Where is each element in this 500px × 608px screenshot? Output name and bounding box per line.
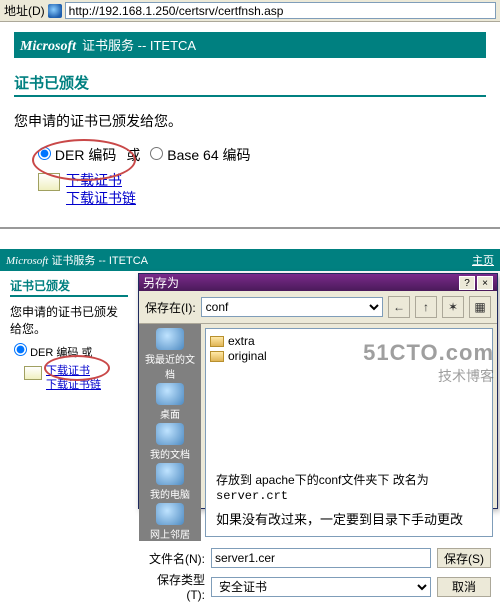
der-option[interactable]: DER 编码 [38, 145, 116, 165]
dialog-titlebar: 另存为 ? × [139, 274, 497, 291]
encoding-row: DER 编码 或 Base 64 编码 [38, 145, 486, 165]
filetype-label: 保存类型(T): [145, 571, 205, 602]
ms-banner: Microsoft 证书服务 -- ITETCA [14, 32, 486, 58]
download-chain-link[interactable]: 下载证书链 [66, 189, 136, 207]
ms-banner-small: Microsoft 证书服务 -- ITETCA 主页 [0, 249, 500, 271]
filetype-select[interactable]: 安全证书 [211, 577, 431, 597]
home-link[interactable]: 主页 [472, 252, 494, 268]
address-bar: 地址(D) [0, 0, 500, 22]
ie-icon [48, 4, 62, 18]
cancel-button[interactable]: 取消 [437, 577, 491, 597]
places-bar: 我最近的文档 桌面 我的文档 我的电脑 网上邻居 [139, 324, 201, 541]
watermark: 51CTO.com 技术博客 [363, 340, 494, 386]
cert-icon [38, 173, 60, 191]
der-option-small[interactable]: DER 编码 [14, 343, 78, 360]
issued-msg: 您申请的证书已颁发给您。 [14, 111, 486, 131]
save-as-dialog: 另存为 ? × 保存在(I): conf ← ↑ ✶ ▦ 我最近的文档 桌面 我… [138, 273, 498, 509]
download-cert-link-small[interactable]: 下载证书 [46, 364, 101, 378]
download-cert-link[interactable]: 下载证书 [66, 171, 136, 189]
or-text: 或 [126, 145, 140, 165]
annotation-note: 存放到 apache下的conf文件夹下 改名为 server.crt 如果没有… [216, 471, 486, 528]
help-button[interactable]: ? [459, 276, 475, 290]
page-title-small: 证书已颁发 [10, 277, 128, 294]
save-in-label: 保存在(I): [145, 299, 196, 316]
up-button[interactable]: ↑ [415, 296, 437, 318]
place-recent[interactable]: 我最近的文档 [142, 328, 198, 381]
download-chain-link-small[interactable]: 下载证书链 [46, 378, 101, 392]
title-underline [14, 95, 486, 97]
b64-option[interactable]: Base 64 编码 [150, 145, 250, 165]
url-input[interactable] [65, 2, 496, 19]
ms-logo-text: Microsoft [20, 39, 76, 55]
save-button[interactable]: 保存(S) [437, 548, 491, 568]
place-mydocs[interactable]: 我的文档 [142, 423, 198, 461]
place-desktop[interactable]: 桌面 [142, 383, 198, 421]
address-label: 地址(D) [4, 2, 45, 19]
close-button[interactable]: × [477, 276, 493, 290]
filename-input[interactable] [211, 548, 431, 568]
cert-icon-small [24, 366, 42, 380]
save-in-select[interactable]: conf [201, 297, 383, 317]
issued-msg-small: 您申请的证书已颁发给您。 [10, 303, 128, 337]
back-button[interactable]: ← [388, 296, 410, 318]
place-mycomputer[interactable]: 我的电脑 [142, 463, 198, 501]
views-button[interactable]: ▦ [469, 296, 491, 318]
folder-icon [210, 336, 224, 347]
newfolder-button[interactable]: ✶ [442, 296, 464, 318]
banner-text: 证书服务 -- ITETCA [82, 35, 196, 54]
dialog-title: 另存为 [143, 274, 179, 291]
underline-small [10, 295, 128, 297]
folder-icon [210, 351, 224, 362]
filename-label: 文件名(N): [145, 550, 205, 567]
page-title: 证书已颁发 [14, 72, 486, 93]
place-network[interactable]: 网上邻居 [142, 503, 198, 541]
